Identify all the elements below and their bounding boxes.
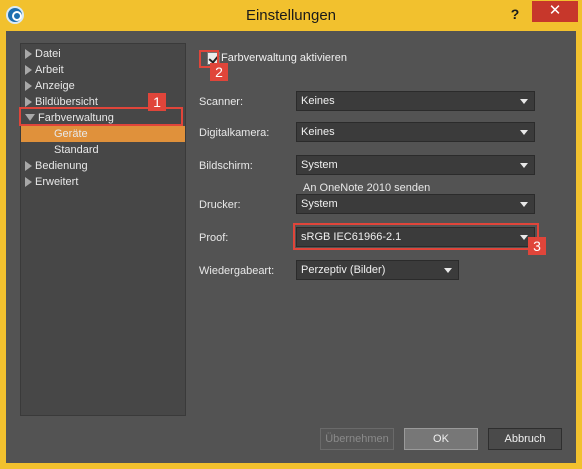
- apply-button[interactable]: Übernehmen: [320, 428, 394, 450]
- monitor-select[interactable]: System: [296, 155, 535, 175]
- expand-arrow-icon[interactable]: [25, 65, 32, 76]
- help-button[interactable]: ?: [506, 4, 524, 24]
- tree-item-datei[interactable]: Datei: [25, 46, 61, 62]
- tree-item-label: Arbeit: [35, 64, 64, 76]
- monitor-label: Bildschirm:: [199, 160, 253, 172]
- dropdown-arrow-icon: [520, 163, 528, 168]
- tree-item-anzeige[interactable]: Anzeige: [25, 78, 75, 94]
- title-bar: Einstellungen ? ✕: [0, 0, 582, 31]
- callout-badge-2: 2: [210, 63, 228, 81]
- tree-item-arbeit[interactable]: Arbeit: [25, 62, 64, 78]
- callout-highlight-3: [293, 223, 539, 250]
- scanner-label: Scanner:: [199, 96, 244, 108]
- callout-badge-1: 1: [148, 93, 166, 111]
- tree-item-erweitert[interactable]: Erweitert: [25, 174, 78, 190]
- proof-label: Proof:: [199, 232, 229, 244]
- scanner-value: Keines: [301, 95, 335, 107]
- callout-badge-3: 3: [528, 237, 546, 255]
- cancel-button[interactable]: Abbruch: [488, 428, 562, 450]
- tree-item-bedienung[interactable]: Bedienung: [25, 158, 88, 174]
- printer-value: System: [301, 198, 338, 210]
- tree-item-label: Erweitert: [35, 176, 79, 188]
- window-title: Einstellungen: [245, 7, 337, 24]
- close-button[interactable]: ✕: [532, 1, 578, 22]
- camera-select[interactable]: Keines: [296, 122, 535, 142]
- camera-value: Keines: [301, 126, 335, 138]
- dropdown-arrow-icon: [444, 268, 452, 273]
- scanner-select[interactable]: Keines: [296, 91, 535, 111]
- camera-label: Digitalkamera:: [199, 127, 270, 139]
- enable-color-management-label: Farbverwaltung aktivieren: [221, 52, 347, 64]
- expand-arrow-icon[interactable]: [25, 177, 32, 188]
- tree-item-standard[interactable]: Standard: [54, 142, 99, 158]
- tree-item-label: Geräte: [54, 128, 88, 140]
- intent-value: Perzeptiv (Bilder): [301, 264, 386, 276]
- expand-arrow-icon[interactable]: [25, 161, 32, 172]
- tree-item-label: Standard: [54, 144, 99, 156]
- ok-button[interactable]: OK: [404, 428, 478, 450]
- printer-label: Drucker:: [199, 199, 241, 211]
- expand-arrow-icon[interactable]: [25, 49, 32, 60]
- expand-arrow-icon[interactable]: [25, 81, 32, 92]
- tree-item-label: Anzeige: [35, 80, 75, 92]
- dialog-body: Datei Arbeit Anzeige Bildübersicht Farbv…: [6, 31, 576, 463]
- tree-item-geraete[interactable]: Geräte: [54, 126, 88, 142]
- monitor-value: System: [301, 159, 338, 171]
- expand-arrow-icon[interactable]: [25, 97, 32, 108]
- dropdown-arrow-icon: [520, 202, 528, 207]
- dropdown-arrow-icon: [520, 99, 528, 104]
- printer-select[interactable]: System: [296, 194, 535, 214]
- tree-item-label: Datei: [35, 48, 61, 60]
- settings-window: Einstellungen ? ✕ Datei Arbeit Anzeige B…: [0, 0, 582, 469]
- tree-selection-highlight: [21, 126, 185, 142]
- tree-item-label: Bedienung: [35, 160, 88, 172]
- intent-select[interactable]: Perzeptiv (Bilder): [296, 260, 459, 280]
- printer-note: An OneNote 2010 senden: [303, 182, 431, 194]
- intent-label: Wiedergabeart:: [199, 265, 275, 277]
- dropdown-arrow-icon: [520, 130, 528, 135]
